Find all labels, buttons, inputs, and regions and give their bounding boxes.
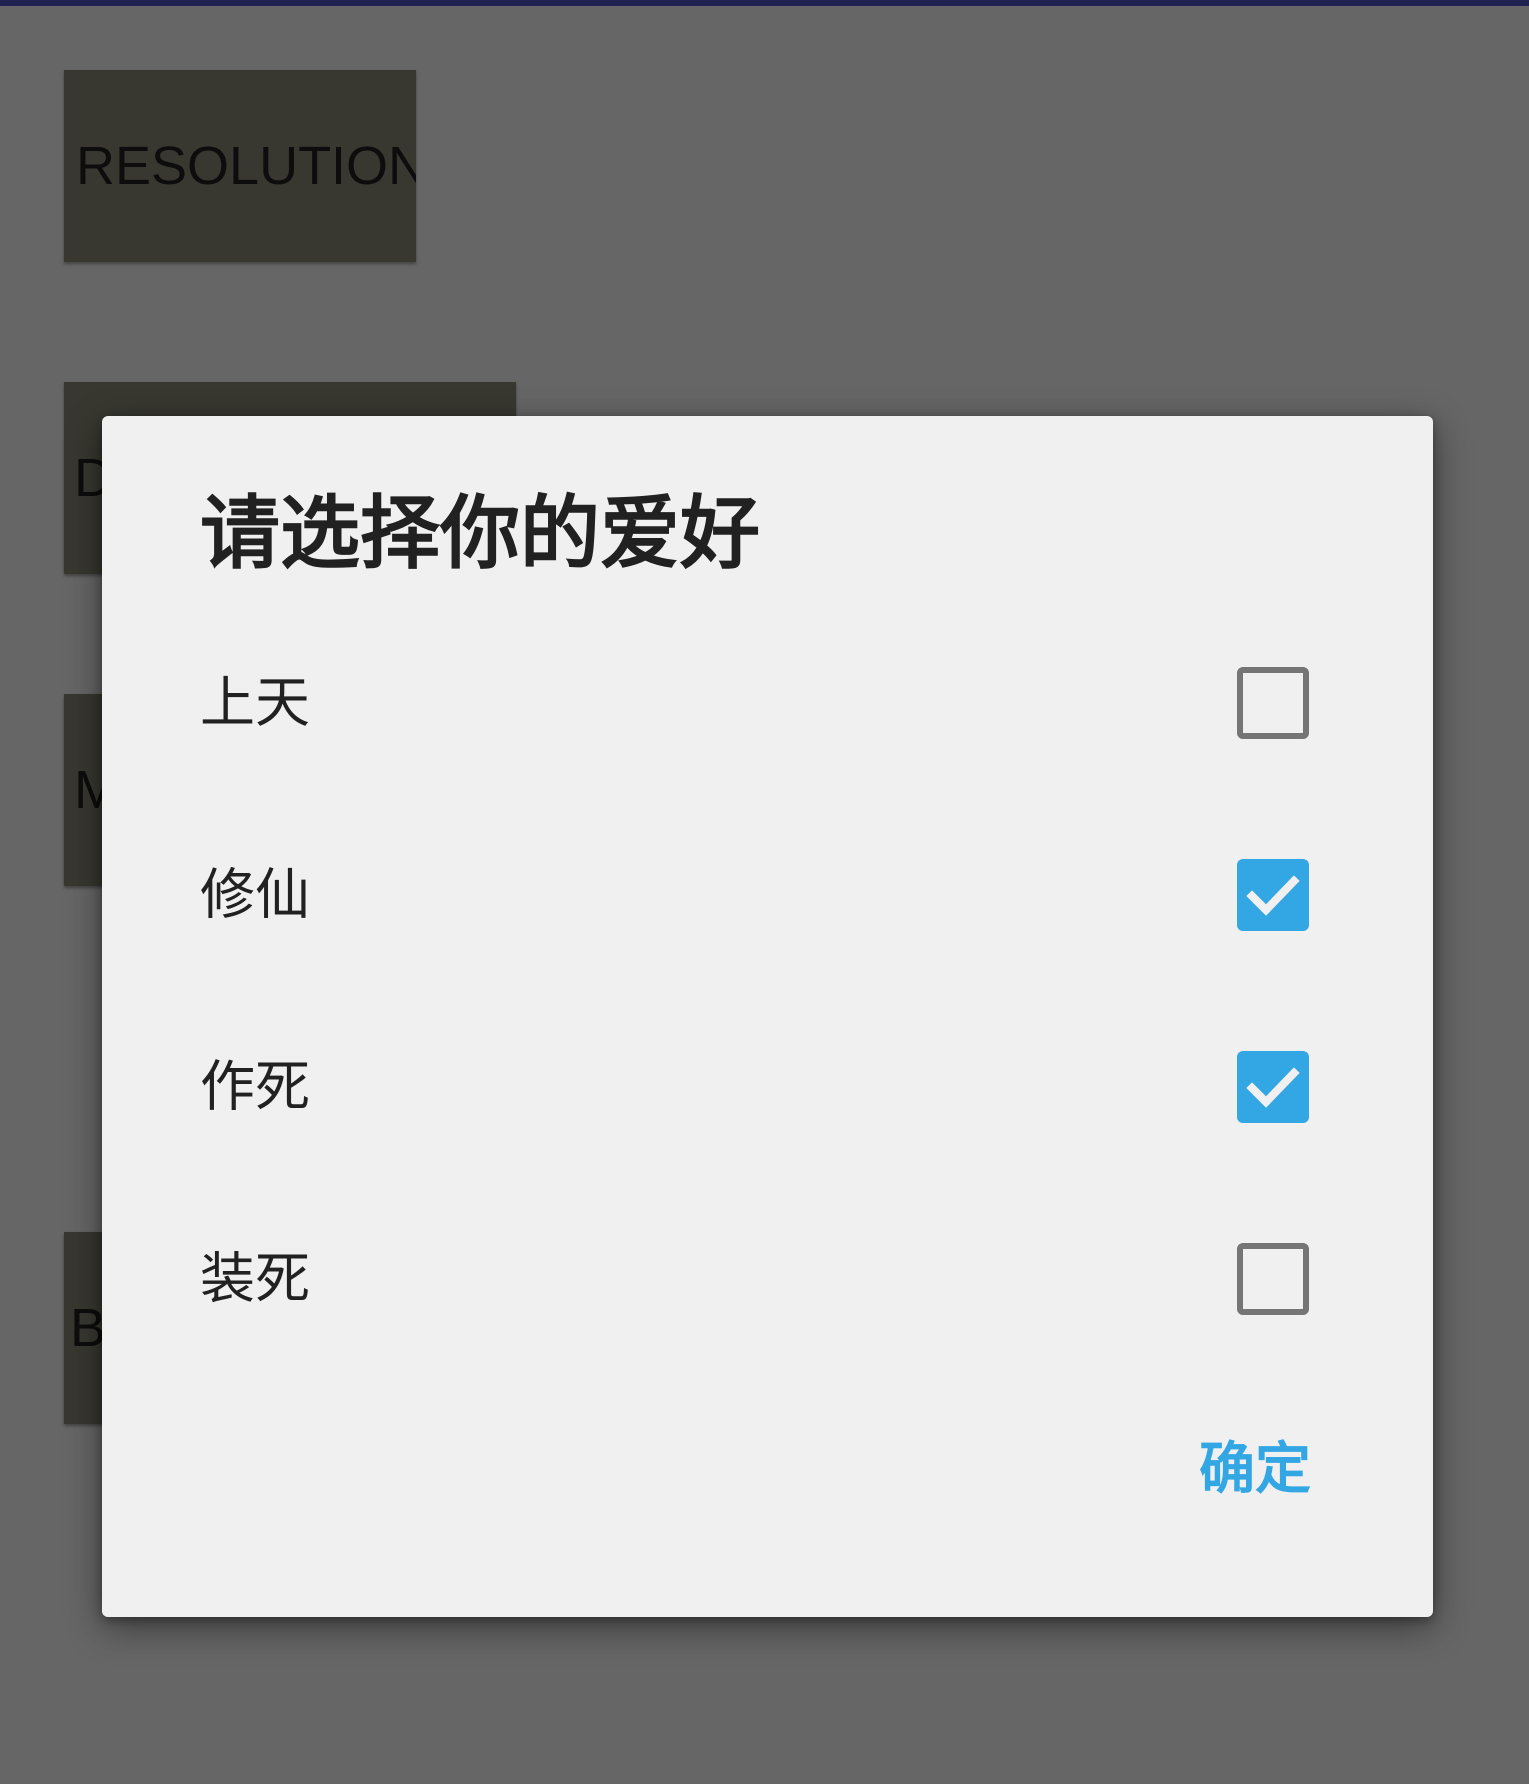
option-label: 作死 bbox=[200, 1054, 311, 1119]
option-checkbox-0[interactable] bbox=[1237, 667, 1309, 739]
option-row-1[interactable]: 修仙 bbox=[102, 799, 1433, 991]
option-label: 修仙 bbox=[200, 862, 311, 927]
option-checkbox-3[interactable] bbox=[1237, 1243, 1309, 1315]
option-checkbox-1[interactable] bbox=[1237, 859, 1309, 931]
dialog-title: 请选择你的爱好 bbox=[200, 487, 760, 580]
option-row-2[interactable]: 作死 bbox=[102, 991, 1433, 1183]
hobby-dialog: 请选择你的爱好 上天 修仙 作死 装死 确定 bbox=[102, 416, 1433, 1617]
resolution-button: RESOLUTION bbox=[64, 70, 416, 262]
option-row-3[interactable]: 装死 bbox=[102, 1183, 1433, 1375]
option-row-0[interactable]: 上天 bbox=[102, 607, 1433, 799]
option-label: 上天 bbox=[200, 670, 311, 735]
status-bar bbox=[0, 0, 1529, 6]
option-label: 装死 bbox=[200, 1246, 311, 1311]
option-checkbox-2[interactable] bbox=[1237, 1051, 1309, 1123]
checkmark-icon bbox=[1246, 1067, 1300, 1108]
confirm-button[interactable]: 确定 bbox=[1199, 1426, 1311, 1514]
checkmark-icon bbox=[1246, 875, 1300, 916]
